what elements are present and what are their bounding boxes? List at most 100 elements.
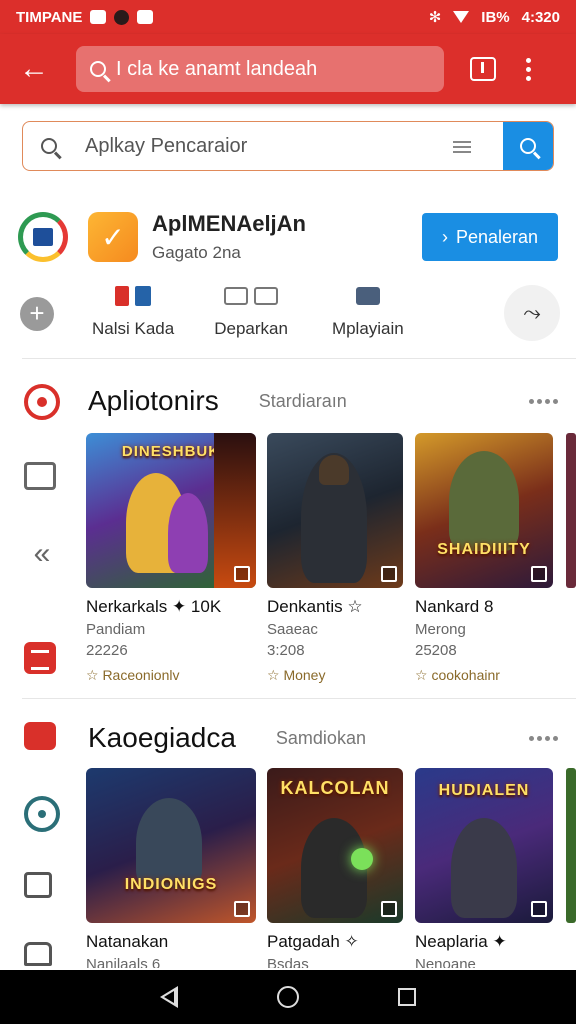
quick-action-3[interactable]: Mplayiain	[332, 285, 404, 339]
art-title: KALCOLAN	[280, 778, 390, 798]
section-header: Kaoegiadca Samdiokan	[88, 718, 558, 758]
store-logo-icon[interactable]	[18, 212, 68, 262]
section-title: Apliotonirs	[88, 385, 219, 416]
divider	[22, 698, 576, 699]
app-header: ✓ AplMENAeljAn Gagato 2na › Penaleran	[18, 206, 558, 268]
art-title: INDIONIGS	[124, 876, 218, 893]
share-button[interactable]: ⤳	[504, 285, 560, 341]
card-thumbnail: SHAIDIIITY	[415, 433, 553, 588]
card-count: 22226	[86, 642, 128, 659]
card-row: INDIONIGS Natanakan Nanilaals 6 KALCOLAN…	[86, 768, 576, 968]
status-left: TIMPANE	[16, 8, 154, 26]
card-developer: Bsdas	[267, 956, 309, 968]
card-name: Nerkarkals ✦ 10K	[86, 597, 222, 616]
app-icon[interactable]: ✓	[88, 212, 138, 262]
nav-home-icon[interactable]	[276, 986, 299, 1008]
install-button[interactable]: › Penaleran	[422, 213, 558, 261]
more-icon[interactable]	[529, 398, 558, 404]
card-developer: Pandiam	[86, 621, 146, 638]
clock: 4:320	[521, 8, 560, 26]
badge-icon	[531, 901, 547, 917]
quick-action-label: Nalsi Kada	[92, 319, 175, 338]
quick-action-2[interactable]: Deparkan	[214, 285, 288, 339]
status-right: ✻ IB% 4:320	[429, 8, 560, 27]
app-subtitle: Gagato 2na	[152, 243, 241, 262]
app-card[interactable]: DINESHBUK Nerkarkals ✦ 10K Pandiam 22226…	[86, 433, 256, 684]
card-developer: Saaeac	[267, 621, 318, 638]
app-card[interactable]: SHAIDIIITY Nankard 8 Merong 25208 ☆ cook…	[415, 433, 553, 684]
wifi-icon	[453, 11, 470, 23]
gift-icon[interactable]	[24, 722, 56, 750]
share-icon: ⤳	[523, 300, 541, 325]
video-icon	[355, 287, 380, 305]
card-developer: Merong	[415, 621, 466, 638]
card-tag: ☆ Raceonionlv	[86, 667, 180, 683]
search-icon	[520, 138, 536, 154]
checkbox-icon[interactable]	[24, 462, 56, 490]
card-icon	[115, 286, 130, 306]
art-title: SHAIDIIITY	[437, 541, 531, 558]
quick-action-1[interactable]: Nalsi Kada	[92, 285, 174, 339]
carrier-label: TIMPANE	[16, 8, 83, 26]
divider	[22, 358, 576, 359]
highlights-icon[interactable]	[24, 384, 60, 420]
message-icon	[137, 10, 154, 24]
filter-icon[interactable]	[453, 139, 471, 153]
badge-icon	[234, 901, 250, 917]
dot-icon	[526, 66, 531, 72]
app-notification-icon	[114, 9, 130, 25]
document-icon[interactable]	[24, 642, 56, 674]
card-tag: ☆ cookohainr	[415, 667, 500, 683]
app-card[interactable]: Denkantis ☆ Saaeac 3:208 ☆ Money	[267, 433, 403, 684]
app-meta: AplMENAeljAn Gagato 2na	[152, 211, 306, 263]
chevron-right-icon: ›	[441, 226, 448, 247]
card-name: Natanakan	[86, 932, 169, 951]
art-title: HUDIALEN	[438, 782, 530, 799]
section-header: Apliotonirs Stardiaraın	[88, 381, 558, 421]
arrow-left-icon: ←	[19, 52, 49, 85]
app-card[interactable]: HUDIALEN Neaplaria ✦ Nenoane	[415, 768, 553, 968]
card-name: Nankard 8	[415, 597, 494, 616]
badge-icon	[234, 566, 250, 582]
app-card[interactable]: INDIONIGS Natanakan Nanilaals 6	[86, 768, 256, 968]
more-options-button[interactable]	[526, 57, 532, 81]
badge-icon	[531, 566, 547, 582]
dot-icon	[526, 57, 531, 63]
add-icon[interactable]: +	[20, 297, 54, 331]
quick-actions: + Nalsi Kada Deparkan Mplayiain ⤳	[20, 285, 560, 355]
card-name: Neaplaria ✦	[415, 932, 507, 951]
top-search-text: I cla ke anamt landeah	[116, 57, 318, 80]
section-subtitle[interactable]: Stardiaraın	[259, 391, 347, 412]
search-icon	[41, 138, 57, 154]
status-bar: TIMPANE ✻ IB% 4:320	[0, 0, 576, 34]
top-search-box[interactable]: I cla ke anamt landeah	[76, 46, 444, 92]
badge-icon	[381, 566, 397, 582]
battery-label: IB%	[481, 8, 510, 26]
next-card-peek	[566, 433, 576, 588]
bag-icon[interactable]	[24, 872, 52, 898]
more-icon[interactable]	[529, 735, 558, 741]
card-name: Denkantis ☆	[267, 597, 363, 616]
lock-icon[interactable]	[24, 942, 52, 966]
section-subtitle[interactable]: Samdiokan	[276, 728, 366, 749]
feedback-button[interactable]	[470, 57, 496, 81]
search-submit-button[interactable]	[503, 122, 553, 170]
notification-icon	[90, 10, 107, 24]
card-developer: Nenoane	[415, 956, 476, 968]
double-chevron-icon[interactable]: «	[24, 536, 60, 572]
search-icon	[90, 61, 106, 77]
nav-back-icon[interactable]	[159, 986, 178, 1008]
search-field[interactable]: Aplkay Pencaraior	[22, 121, 554, 171]
install-label: Penaleran	[455, 226, 539, 247]
chat-icon	[254, 287, 279, 305]
badge-icon	[381, 901, 397, 917]
card-thumbnail	[267, 433, 403, 588]
back-button[interactable]: ←	[14, 49, 54, 89]
quick-action-label: Mplayiain	[331, 319, 404, 338]
card-name: Patgadah ✧	[267, 932, 359, 951]
card-count: 25208	[415, 642, 457, 659]
nav-recents-icon[interactable]	[398, 988, 417, 1006]
dot-icon	[526, 75, 531, 81]
record-icon[interactable]	[24, 796, 60, 832]
app-card[interactable]: KALCOLAN Patgadah ✧ Bsdas	[267, 768, 403, 968]
